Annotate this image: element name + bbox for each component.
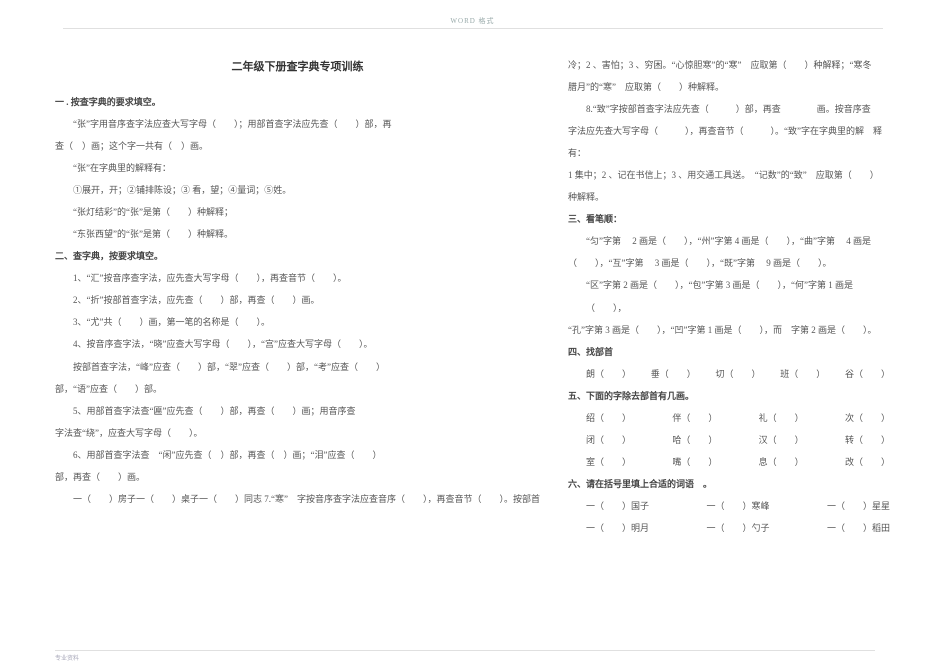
- s1-line-4: “张灯结彩”的“张”是第（ ）种解释；: [55, 201, 540, 223]
- s4-d: 班（ ）: [780, 363, 825, 385]
- section-1-heading: 一 . 按查字典的要求填空。: [55, 91, 540, 113]
- footer-text: 专业资料: [55, 650, 875, 662]
- s4-row: 朗（ ） 垂（ ） 切（ ） 班（ ） 谷（ ）: [568, 363, 890, 385]
- s6-2a: 一（ ）明月: [586, 517, 649, 539]
- s5-2a: 闭（ ）: [586, 429, 631, 451]
- s5-1c: 礼（ ）: [759, 407, 804, 429]
- r-line-4: 字法应先查大写字母（ ），再查音节（ ）。“致”字在字典里的解 释有：: [568, 120, 890, 164]
- s5-1a: 绍（ ）: [586, 407, 631, 429]
- s4-b: 垂（ ）: [651, 363, 696, 385]
- s1-line-5: “东张西望”的“张”是第（ ）种解释。: [55, 223, 540, 245]
- s1-line-1b: 查（ ）画；这个字一共有（ ）画。: [55, 135, 540, 157]
- section-3-heading: 三、看笔顺：: [568, 208, 890, 230]
- s5-3c: 息（ ）: [759, 451, 804, 473]
- header-watermark: WORD 格式: [63, 16, 883, 29]
- document-title: 二年级下册查字典专项训练: [55, 54, 540, 81]
- r-line-10: “孔”字第 3 画是（ ），“凹”字第 1 画是（ ），而 字第 2 画是（ ）…: [568, 319, 890, 341]
- s2-bottom-row: 一（ ）房子 一（ ）桌子 一（ ） 同志 7.“寒” 字按音序查字法应查音序（…: [55, 488, 540, 510]
- s2-item-4b: 按部首查字法，“峰”应查（ ）部，“翠”应查（ ）部，“考”应查（ ）: [55, 356, 540, 378]
- s6-row-2: 一（ ）明月 一（ ）勺子 一（ ）稻田: [568, 517, 890, 539]
- s4-c: 切（ ）: [716, 363, 761, 385]
- s4-a: 朗（ ）: [586, 363, 631, 385]
- s2-item-4a: 4、按音序查字法，“晓”应查大写字母（ ），“宫”应查大写字母（ ）。: [55, 333, 540, 355]
- s5-3b: 嘴（ ）: [672, 451, 717, 473]
- r-line-3: 8.“致”字按部首查字法应先查（ ）部，再查 画。按音序查: [568, 98, 890, 120]
- s1-line-3: ①展开，开；②铺排陈设；③ 看，望；④量词；⑤姓。: [55, 179, 540, 201]
- s2-item-5a: 5、用部首查字法查“匾”应先查（ ）部，再查（ ）画；用音序查: [55, 400, 540, 422]
- s5-2c: 汉（ ）: [759, 429, 804, 451]
- s5-3d: 改（ ）: [845, 451, 890, 473]
- r-line-9: “区”字第 2 画是（ ），“包”字第 3 画是（ ），“何”字第 1 画是（ …: [568, 274, 890, 318]
- s5-row-3: 室（ ） 嘴（ ） 息（ ） 改（ ）: [568, 451, 890, 473]
- r-line-7: “匀”字第 2 画是（ ），“州”字第 4 画是（ ），“曲”字第 4 画是: [568, 230, 890, 252]
- two-column-body: 二年级下册查字典专项训练 一 . 按查字典的要求填空。 “张”字用音序查字法应查…: [55, 54, 890, 644]
- s4-e: 谷（ ）: [845, 363, 890, 385]
- s2-item-2: 2、“折”按部首查字法，应先查（ ）部，再查（ ）画。: [55, 289, 540, 311]
- worksheet-page: WORD 格式 二年级下册查字典专项训练 一 . 按查字典的要求填空。 “张”字…: [0, 0, 945, 668]
- s2-item-6b: 部，再查（ ）画。: [55, 466, 540, 488]
- s5-1d: 次（ ）: [845, 407, 890, 429]
- s6-1b: 一（ ）寒峰: [707, 495, 770, 517]
- section-2-heading: 二、查字典，按要求填空。: [55, 245, 540, 267]
- section-6-heading: 六、请在括号里填上合适的词语 。: [568, 473, 890, 495]
- s2-bottom-d: 同志 7.“寒” 字按音序查字法应查音序（ ），再查音节（ ）。按部首: [244, 488, 540, 510]
- s2-item-6a: 6、用部首查字法查 “闲”应先查（ ）部，再查（ ）画；“泪”应查（ ）: [55, 444, 540, 466]
- s6-2b: 一（ ）勺子: [707, 517, 770, 539]
- s2-item-3: 3、“尤”共（ ）画，第一笔的名称是（ ）。: [55, 311, 540, 333]
- s2-item-4c: 部，“语”应查（ ）部。: [55, 378, 540, 400]
- r-line-5: 1 集中；2 、记在书信上；3 、用交通工具送。 “记数”的“致” 应取第（ ）: [568, 164, 890, 186]
- s2-item-5b: 字法查“绕”，应查大写字母（ ）。: [55, 422, 540, 444]
- s5-row-1: 绍（ ） 伴（ ） 礼（ ） 次（ ）: [568, 407, 890, 429]
- s5-1b: 伴（ ）: [672, 407, 717, 429]
- s2-bottom-c: 一（ ）: [199, 488, 244, 510]
- s6-1c: 一（ ）星星: [827, 495, 890, 517]
- right-column: 冷；2 、害怕；3 、穷困。“心惊胆寒”的“寒” 应取第（ ）种解释；“寒冬 腊…: [568, 54, 890, 644]
- s1-line-2: “张”在字典里的解释有：: [55, 157, 540, 179]
- section-5-heading: 五、下面的字除去部首有几画。: [568, 385, 890, 407]
- s5-row-2: 闭（ ） 哈（ ） 汉（ ） 转（ ）: [568, 429, 890, 451]
- s5-2d: 转（ ）: [845, 429, 890, 451]
- left-column: 二年级下册查字典专项训练 一 . 按查字典的要求填空。 “张”字用音序查字法应查…: [55, 54, 540, 644]
- r-line-6: 种解释。: [568, 186, 890, 208]
- s2-bottom-b: 一（ ）桌子: [136, 488, 199, 510]
- s6-2c: 一（ ）稻田: [827, 517, 890, 539]
- s6-row-1: 一（ ）国子 一（ ）寒峰 一（ ）星星: [568, 495, 890, 517]
- r-line-8: （ ），“互”字第 3 画是（ ），“既”字第 9 画是（ ）。: [568, 252, 890, 274]
- s5-2b: 哈（ ）: [672, 429, 717, 451]
- s2-bottom-a: 一（ ）房子: [55, 488, 136, 510]
- r-line-2: 腊月”的“寒” 应取第（ ）种解释。: [568, 76, 890, 98]
- s5-3a: 室（ ）: [586, 451, 631, 473]
- r-line-1: 冷；2 、害怕；3 、穷困。“心惊胆寒”的“寒” 应取第（ ）种解释；“寒冬: [568, 54, 890, 76]
- section-4-heading: 四、找部首: [568, 341, 890, 363]
- s2-item-1: 1、“汇”按音序查字法，应先查大写字母（ ），再查音节（ ）。: [55, 267, 540, 289]
- s6-1a: 一（ ）国子: [586, 495, 649, 517]
- s1-line-1: “张”字用音序查字法应查大写字母（ ）；用部首查字法应先查（ ）部，再: [55, 113, 540, 135]
